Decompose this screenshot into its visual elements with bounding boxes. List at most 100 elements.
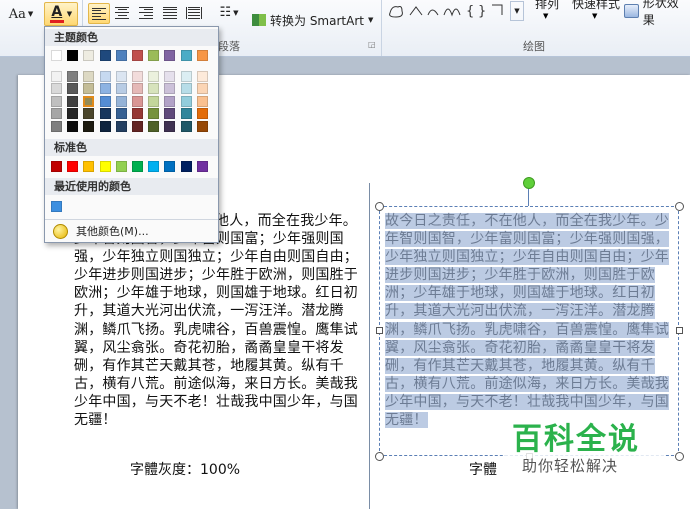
standard-color-swatch[interactable] xyxy=(83,161,95,172)
theme-color-swatch[interactable] xyxy=(51,121,62,132)
smartart-button[interactable]: 转换为 SmartArt ▼ xyxy=(252,10,374,30)
theme-color-swatch[interactable] xyxy=(99,83,111,95)
theme-color-swatch[interactable] xyxy=(132,83,143,95)
theme-color-swatch[interactable] xyxy=(180,50,192,61)
theme-color-swatch[interactable] xyxy=(132,95,143,107)
theme-color-swatch[interactable] xyxy=(132,50,143,61)
theme-color-swatch[interactable] xyxy=(148,50,160,61)
theme-color-swatch[interactable] xyxy=(115,50,127,61)
theme-color-swatch[interactable] xyxy=(51,83,62,95)
theme-color-swatch[interactable] xyxy=(148,83,160,95)
standard-color-swatch[interactable] xyxy=(132,161,143,172)
quick-styles-button[interactable]: 快速样式 xyxy=(570,0,622,11)
paragraph-launcher-icon[interactable]: ◲ xyxy=(368,40,376,49)
theme-color-swatch[interactable] xyxy=(180,70,192,82)
standard-color-swatch[interactable] xyxy=(164,161,176,172)
arrange-button[interactable]: 排列 xyxy=(530,0,564,11)
theme-color-swatch[interactable] xyxy=(164,50,176,61)
theme-color-swatch[interactable] xyxy=(67,121,79,132)
theme-color-swatch[interactable] xyxy=(67,50,79,61)
theme-color-swatch[interactable] xyxy=(83,108,95,120)
theme-color-swatch[interactable] xyxy=(83,83,95,95)
resize-handle-e[interactable] xyxy=(676,327,683,334)
svg-text:}: } xyxy=(478,4,486,19)
theme-color-swatch[interactable] xyxy=(180,108,192,120)
theme-color-swatch[interactable] xyxy=(132,108,143,120)
rotation-handle[interactable] xyxy=(523,177,535,189)
resize-handle-w[interactable] xyxy=(376,327,383,334)
theme-color-swatch[interactable] xyxy=(164,70,176,82)
theme-color-swatch[interactable] xyxy=(164,108,176,120)
theme-color-swatch[interactable] xyxy=(83,95,95,107)
theme-color-swatch[interactable] xyxy=(83,121,95,132)
distributed-button[interactable] xyxy=(184,3,204,22)
theme-color-swatch[interactable] xyxy=(51,70,62,82)
recent-color-swatch[interactable] xyxy=(51,201,62,212)
columns-button[interactable]: ☷ ▼ xyxy=(214,3,244,22)
more-colors-item[interactable]: 其他颜色(M)... xyxy=(45,219,218,242)
theme-color-swatch[interactable] xyxy=(164,95,176,107)
font-color-button[interactable]: A ▼ xyxy=(44,2,78,26)
theme-color-swatch[interactable] xyxy=(164,83,176,95)
theme-color-swatch[interactable] xyxy=(67,70,79,82)
standard-color-swatch[interactable] xyxy=(180,161,192,172)
align-left-button[interactable] xyxy=(88,3,110,24)
theme-color-swatch[interactable] xyxy=(115,83,127,95)
theme-color-swatch[interactable] xyxy=(83,70,95,82)
theme-color-swatch[interactable] xyxy=(115,70,127,82)
theme-color-swatch[interactable] xyxy=(83,50,95,61)
theme-color-swatch[interactable] xyxy=(132,121,143,132)
change-case-button[interactable]: Aa ▼ xyxy=(6,4,36,24)
theme-color-swatch[interactable] xyxy=(180,95,192,107)
theme-color-swatch[interactable] xyxy=(196,108,208,120)
theme-color-swatch[interactable] xyxy=(51,108,62,120)
theme-color-swatch[interactable] xyxy=(132,70,143,82)
resize-handle-se[interactable] xyxy=(675,452,684,461)
palette-icon xyxy=(53,223,68,239)
theme-color-swatch[interactable] xyxy=(196,95,208,107)
theme-color-swatch[interactable] xyxy=(99,108,111,120)
theme-color-swatch[interactable] xyxy=(148,95,160,107)
standard-color-swatch[interactable] xyxy=(115,161,127,172)
resize-handle-nw[interactable] xyxy=(375,202,384,211)
shape-effects-button[interactable]: 形状效果 xyxy=(624,0,690,27)
theme-color-swatch[interactable] xyxy=(51,50,62,61)
theme-color-swatch[interactable] xyxy=(99,50,111,61)
resize-handle-ne[interactable] xyxy=(675,202,684,211)
theme-color-swatch[interactable] xyxy=(51,95,62,107)
distributed-icon xyxy=(186,6,202,19)
theme-color-swatch[interactable] xyxy=(196,70,208,82)
theme-color-swatch[interactable] xyxy=(67,108,79,120)
standard-color-swatch[interactable] xyxy=(51,161,62,172)
theme-color-swatch[interactable] xyxy=(99,70,111,82)
shapes-gallery[interactable]: { } xyxy=(386,1,508,21)
theme-color-swatch[interactable] xyxy=(164,121,176,132)
theme-color-swatch[interactable] xyxy=(148,70,160,82)
theme-color-swatch[interactable] xyxy=(180,121,192,132)
standard-color-swatch[interactable] xyxy=(67,161,79,172)
theme-color-swatch[interactable] xyxy=(67,83,79,95)
resize-handle-sw[interactable] xyxy=(375,452,384,461)
theme-color-swatch[interactable] xyxy=(115,108,127,120)
theme-color-swatch[interactable] xyxy=(67,95,79,107)
theme-color-swatch[interactable] xyxy=(115,95,127,107)
align-center-button[interactable] xyxy=(112,3,132,22)
standard-color-swatch[interactable] xyxy=(196,161,208,172)
theme-color-swatch[interactable] xyxy=(99,95,111,107)
theme-color-swatch[interactable] xyxy=(196,83,208,95)
right-column-text[interactable]: 故今日之责任，不在他人，而全在我少年。少年智则国智，少年富则国富；少年强则国强，… xyxy=(385,212,674,429)
theme-color-swatch[interactable] xyxy=(148,108,160,120)
shapes-more-button[interactable]: ▼ xyxy=(510,1,524,21)
theme-color-swatch[interactable] xyxy=(99,121,111,132)
theme-color-swatch[interactable] xyxy=(148,121,160,132)
standard-color-swatch[interactable] xyxy=(99,161,111,172)
standard-color-swatch[interactable] xyxy=(148,161,160,172)
theme-color-swatch[interactable] xyxy=(196,50,208,61)
justify-button[interactable] xyxy=(160,3,180,22)
theme-color-swatch[interactable] xyxy=(180,83,192,95)
theme-color-swatch[interactable] xyxy=(196,121,208,132)
align-right-button[interactable] xyxy=(136,3,156,22)
chevron-down-icon[interactable]: ▼ xyxy=(67,10,72,18)
left-column-text[interactable]: 他人，而全在我少年。少年智则国智，少年富则国富；少年强则国强，少年独立则国独立；… xyxy=(74,212,359,429)
theme-color-swatch[interactable] xyxy=(115,121,127,132)
